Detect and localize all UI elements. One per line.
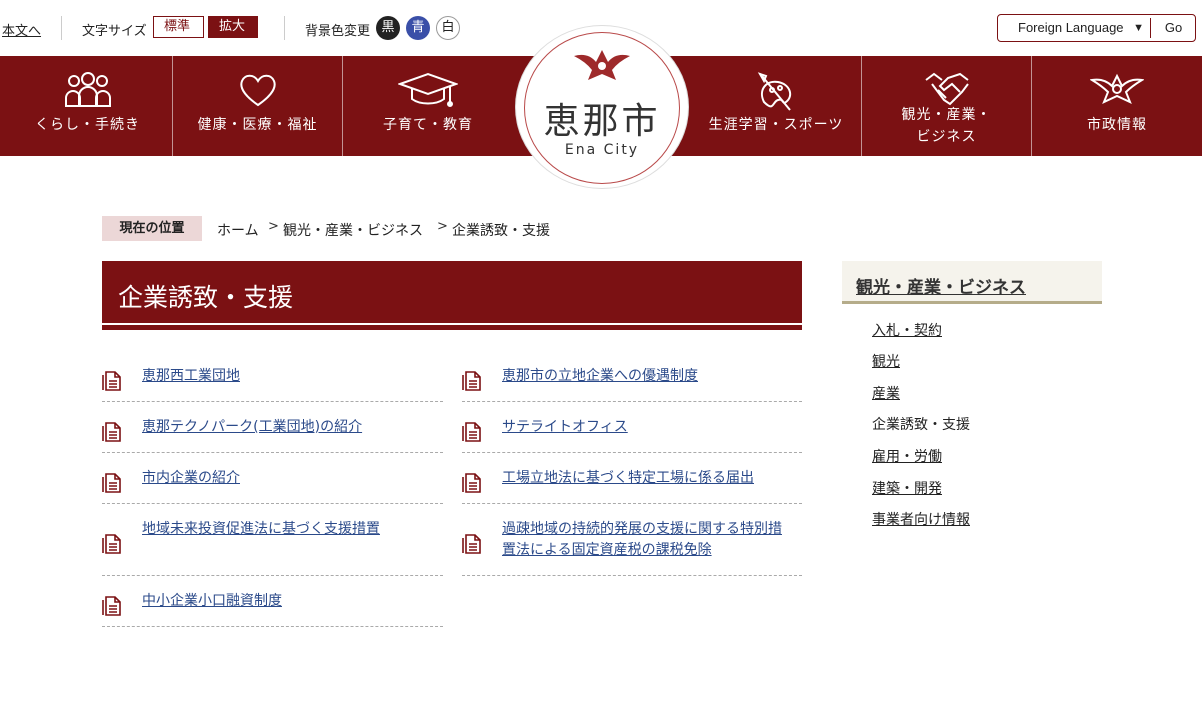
nav-item-city-administration[interactable]: 市政情報 <box>1032 56 1202 156</box>
side-menu-item-bidding[interactable]: 入札・契約 <box>872 320 942 340</box>
list-item: 中小企業小口融資制度 <box>102 582 443 627</box>
chevron-right-icon: > <box>268 219 279 234</box>
language-select-value: Foreign Language <box>1018 20 1124 35</box>
list-item: 過疎地域の持続的発展の支援に関する特別措 置法による固定資産税の課税免除 <box>462 510 802 576</box>
chevron-right-icon: > <box>437 219 448 234</box>
chevron-down-icon: ▼ <box>1133 22 1144 34</box>
side-menu-item-employment[interactable]: 雇用・労働 <box>872 446 942 466</box>
page-title: 企業誘致・支援 <box>118 283 294 312</box>
link-factory-location-law[interactable]: 工場立地法に基づく特定工場に係る届出 <box>502 468 754 489</box>
side-menu-heading-box: 観光・産業・ビジネス <box>842 261 1102 304</box>
divider <box>61 16 62 40</box>
document-icon <box>462 421 482 447</box>
nav-item-label: 市政情報 <box>1087 117 1147 133</box>
side-menu-heading[interactable]: 観光・産業・ビジネス <box>856 273 1026 298</box>
bg-white-button[interactable]: 白 <box>436 16 460 40</box>
nav-item-health[interactable]: 健康・医療・福祉 <box>173 56 342 156</box>
palette-icon <box>756 72 796 118</box>
breadcrumb-home-link[interactable]: ホーム <box>217 220 259 240</box>
link-ena-technopark[interactable]: 恵那テクノパーク(工業団地)の紹介 <box>142 417 362 438</box>
list-item: 地域未来投資促進法に基づく支援措置 <box>102 510 443 576</box>
nav-item-label: 健康・医療・福祉 <box>197 117 318 133</box>
bg-black-button[interactable]: 黒 <box>376 16 400 40</box>
list-item: 市内企業の紹介 <box>102 459 443 504</box>
document-icon <box>102 370 122 396</box>
list-item: 工場立地法に基づく特定工場に係る届出 <box>462 459 802 504</box>
background-color-label: 背景色変更 <box>305 24 371 39</box>
page-title-box: 企業誘致・支援 <box>102 261 802 323</box>
document-icon <box>102 533 122 559</box>
document-icon <box>102 421 122 447</box>
link-depopulated-area-tax-exemption[interactable]: 過疎地域の持続的発展の支援に関する特別措 <box>502 519 782 540</box>
nav-item-label-line1: 観光・産業・ <box>901 107 992 123</box>
list-item: 恵那市の立地企業への優遇制度 <box>462 357 802 402</box>
link-satellite-office[interactable]: サテライトオフィス <box>502 417 628 438</box>
heart-icon <box>238 72 278 112</box>
list-item: サテライトオフィス <box>462 408 802 453</box>
language-select[interactable]: Foreign Language ▼ <box>998 15 1150 41</box>
document-icon <box>462 533 482 559</box>
city-logo-name: 恵那市 <box>543 101 661 142</box>
nav-item-label: 子育て・教育 <box>383 117 473 133</box>
title-underline <box>102 325 802 330</box>
city-logo-english: Ena City <box>564 142 640 158</box>
link-ena-west-industrial-park[interactable]: 恵那西工業団地 <box>142 366 240 387</box>
list-item: 恵那西工業団地 <box>102 357 443 402</box>
language-selector: Foreign Language ▼ Go <box>997 14 1196 42</box>
link-sme-small-loan[interactable]: 中小企業小口融資制度 <box>142 591 282 612</box>
city-emblem-icon <box>1089 72 1145 110</box>
nav-item-label-line2: ビジネス <box>916 129 977 145</box>
language-go-button[interactable]: Go <box>1150 18 1196 38</box>
breadcrumb-current-position-label: 現在の位置 <box>102 216 202 241</box>
font-size-standard-button[interactable]: 標準 <box>153 16 204 38</box>
side-menu-item-business-info[interactable]: 事業者向け情報 <box>872 509 970 529</box>
bg-blue-button[interactable]: 青 <box>406 16 430 40</box>
font-size-large-button[interactable]: 拡大 <box>208 16 258 38</box>
link-depopulated-area-tax-exemption-line2[interactable]: 置法による固定資産税の課税免除 <box>502 540 712 561</box>
breadcrumb-current: 企業誘致・支援 <box>452 223 550 239</box>
side-menu-item-industry[interactable]: 産業 <box>872 383 900 403</box>
nav-item-label: くらし・手続き <box>35 117 140 133</box>
nav-item-childcare[interactable]: 子育て・教育 <box>343 56 513 156</box>
divider <box>284 16 285 40</box>
skip-to-content-link[interactable]: 本文へ <box>2 20 41 39</box>
nav-item-lifelong-learning[interactable]: 生涯学習・スポーツ <box>691 56 861 156</box>
list-item: 恵那テクノパーク(工業団地)の紹介 <box>102 408 443 453</box>
document-icon <box>462 370 482 396</box>
people-icon <box>64 72 112 112</box>
font-size-label: 文字サイズ <box>82 24 147 39</box>
nav-item-living[interactable]: くらし・手続き <box>3 56 172 156</box>
link-local-companies[interactable]: 市内企業の紹介 <box>142 468 240 489</box>
nav-item-label: 生涯学習・スポーツ <box>708 117 844 133</box>
nav-item-tourism-business[interactable]: 観光・産業・ ビジネス <box>862 56 1031 156</box>
document-icon <box>102 595 122 621</box>
city-emblem-icon <box>572 44 632 88</box>
link-regional-future-investment[interactable]: 地域未来投資促進法に基づく支援措置 <box>142 519 380 540</box>
link-incentive-system[interactable]: 恵那市の立地企業への優遇制度 <box>502 366 698 387</box>
document-icon <box>462 472 482 498</box>
breadcrumb-tourism-link[interactable]: 観光・産業・ビジネス <box>283 220 423 240</box>
side-menu-item-construction[interactable]: 建築・開発 <box>872 478 942 498</box>
graduation-cap-icon <box>397 72 459 114</box>
side-menu-item-tourism[interactable]: 観光 <box>872 351 900 371</box>
side-menu-item-current: 企業誘致・支援 <box>872 417 970 433</box>
document-icon <box>102 472 122 498</box>
